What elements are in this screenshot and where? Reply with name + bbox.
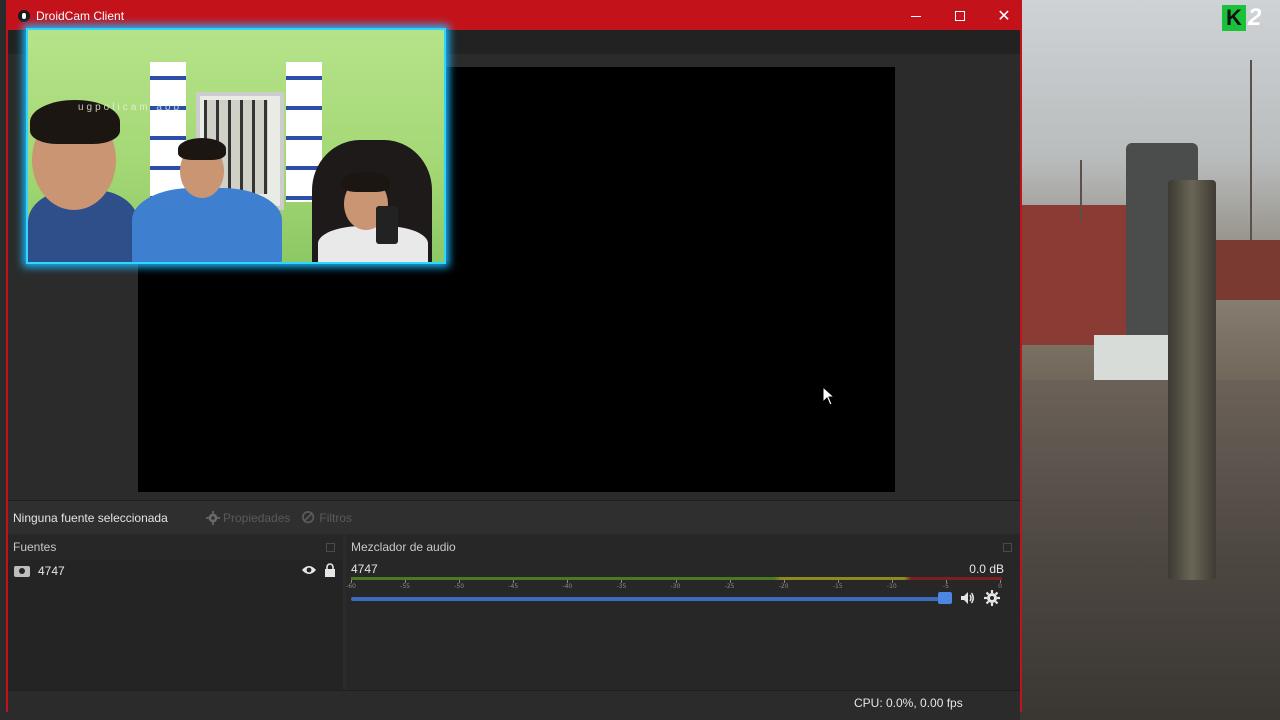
camera-icon bbox=[14, 565, 30, 577]
background-tree bbox=[1080, 160, 1082, 220]
meter-tick-label: -40 bbox=[562, 583, 573, 590]
background-water bbox=[1020, 380, 1280, 720]
close-icon: ✕ bbox=[997, 8, 1011, 25]
meter-tick-label: -20 bbox=[778, 583, 789, 590]
mixer-title: Mezclador de audio bbox=[351, 540, 456, 554]
meter-tick-label: -45 bbox=[508, 583, 519, 590]
meter-tick-label: -30 bbox=[670, 583, 681, 590]
mixer-dock-title: Mezclador de audio bbox=[346, 534, 1020, 560]
dock-float-icon[interactable] bbox=[326, 543, 335, 552]
mixer-body: 4747 0.0 dB -60 -55 -50 -45 -40 -35 -30 -25 -20-… bbox=[346, 560, 1020, 692]
game-logo: K 2 bbox=[1218, 0, 1280, 36]
meter-tick-label: -60 bbox=[346, 583, 356, 590]
mouse-cursor-icon bbox=[822, 386, 834, 406]
filters-label: Filtros bbox=[319, 511, 353, 525]
sources-dock-title: Fuentes bbox=[8, 534, 343, 560]
dock-float-icon[interactable] bbox=[1003, 543, 1012, 552]
minimize-button[interactable] bbox=[894, 2, 938, 30]
title-bar[interactable]: DroidCam Client ✕ bbox=[8, 2, 1020, 30]
meter-tick-label: -35 bbox=[616, 583, 627, 590]
window-title: DroidCam Client bbox=[36, 9, 125, 23]
camera-phone bbox=[376, 206, 398, 244]
camera-person bbox=[132, 188, 282, 262]
filters-button[interactable]: Filtros bbox=[302, 511, 352, 525]
speaker-icon[interactable] bbox=[959, 590, 975, 606]
source-toolbar: Ninguna fuente seleccionada Propiedades … bbox=[8, 500, 1020, 535]
maximize-button[interactable] bbox=[938, 2, 982, 30]
background-post bbox=[1168, 180, 1216, 580]
gear-icon[interactable] bbox=[984, 590, 1000, 606]
sources-list: 4747 bbox=[8, 560, 343, 692]
background-waterfall bbox=[1094, 335, 1174, 380]
status-bar: CPU: 0.0%, 0.00 fps bbox=[8, 690, 1020, 713]
meter-tick-label: -15 bbox=[832, 583, 843, 590]
camera-person bbox=[318, 226, 428, 262]
background-building bbox=[1216, 240, 1280, 300]
gear-icon bbox=[206, 511, 220, 525]
volume-slider-handle[interactable] bbox=[938, 592, 952, 604]
source-name: 4747 bbox=[38, 564, 65, 578]
docks-area: Fuentes 4747 Mezclador de audio 4747 0.0… bbox=[8, 534, 1020, 692]
close-button[interactable]: ✕ bbox=[982, 2, 1026, 30]
sources-dock: Fuentes 4747 bbox=[8, 534, 343, 692]
game-logo-number: 2 bbox=[1248, 4, 1262, 31]
meter-tick-label: -50 bbox=[454, 583, 465, 590]
droidcam-window: DroidCam Client ✕ ugpolicam app Ninguna … bbox=[6, 0, 1022, 713]
background-tree bbox=[1250, 60, 1252, 240]
meter-tick-label: 0 bbox=[998, 583, 1002, 590]
camera-feed-overlay: ugpolicam app bbox=[26, 28, 446, 264]
sources-title: Fuentes bbox=[13, 540, 57, 554]
game-logo-letter: K bbox=[1222, 5, 1246, 31]
game-background: K 2 bbox=[1020, 0, 1280, 720]
minimize-icon bbox=[911, 15, 921, 17]
meter-tick-label: -55 bbox=[400, 583, 410, 590]
mixer-channel-name: 4747 bbox=[351, 562, 378, 576]
mixer-level-db: 0.0 dB bbox=[969, 562, 1004, 576]
properties-label: Propiedades bbox=[223, 511, 291, 525]
camera-watermark: ugpolicam app bbox=[78, 102, 183, 113]
filter-icon bbox=[302, 511, 315, 524]
properties-button[interactable]: Propiedades bbox=[206, 511, 290, 525]
meter-tick-label: -10 bbox=[886, 583, 897, 590]
list-item[interactable]: 4747 bbox=[8, 560, 343, 582]
lock-icon[interactable] bbox=[324, 563, 336, 577]
camera-person-hair bbox=[178, 138, 226, 160]
droidcam-app-icon bbox=[18, 10, 30, 22]
meter-scale: -60 -55 -50 -45 -40 -35 -30 -25 -20 -15 -10 -5 0 bbox=[346, 580, 1002, 592]
no-source-label: Ninguna fuente seleccionada bbox=[13, 511, 168, 525]
audio-mixer-dock: Mezclador de audio 4747 0.0 dB -60 -55 -50… bbox=[346, 534, 1020, 692]
maximize-icon bbox=[955, 11, 965, 21]
meter-tick-label: -25 bbox=[724, 583, 735, 590]
background-building bbox=[1020, 205, 1140, 345]
eye-icon[interactable] bbox=[302, 565, 316, 575]
camera-person-hair bbox=[342, 172, 390, 192]
cpu-status: CPU: 0.0%, 0.00 fps bbox=[854, 696, 963, 710]
meter-tick-label: -5 bbox=[942, 583, 949, 590]
volume-slider[interactable] bbox=[351, 592, 952, 604]
